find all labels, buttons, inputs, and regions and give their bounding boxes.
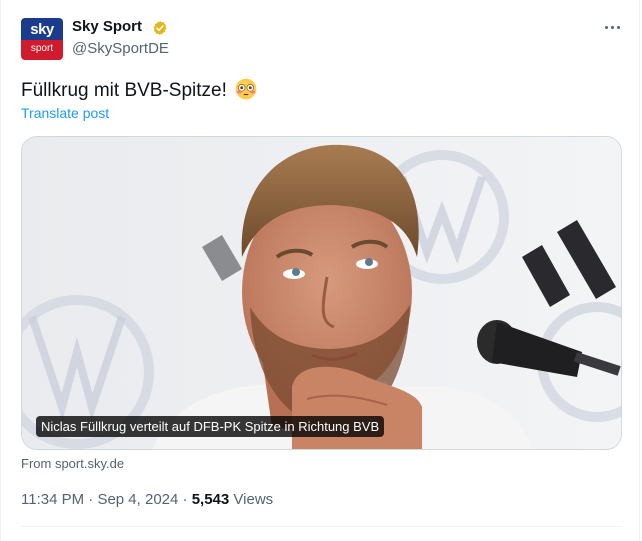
link-source[interactable]: From sport.sky.de [21,456,124,471]
more-options-button[interactable] [597,16,627,38]
author-name[interactable]: Sky Sport [72,18,142,35]
post-time[interactable]: 11:34 PM [21,491,84,508]
article-photo [22,137,621,449]
meta-separator: · [88,491,94,508]
post-meta: 11:34 PM · Sep 4, 2024 · 5,543 Views [21,491,273,508]
post-date[interactable]: Sep 4, 2024 [97,491,178,508]
link-card-media[interactable]: Niclas Füllkrug verteilt auf DFB-PK Spit… [21,136,622,450]
tweet-card: sky sport Sky Sport @SkySportDE Füllkrug… [0,0,640,541]
translate-post-link[interactable]: Translate post [21,105,109,121]
views-count: 5,543 [191,491,230,508]
post-text: Füllkrug mit BVB-Spitze! [21,78,257,102]
media-caption: Niclas Füllkrug verteilt auf DFB-PK Spit… [36,416,385,437]
verified-badge-icon [153,21,167,35]
post-text-content: Füllkrug mit BVB-Spitze! [21,80,227,101]
more-dot-icon [604,25,608,29]
divider [21,526,622,527]
author-handle[interactable]: @SkySportDE [72,40,169,57]
more-dot-icon [610,25,614,29]
meta-separator: · [182,491,188,508]
avatar-logo-bottom: sport [30,43,54,54]
avatar-logo-top: sky [30,21,54,38]
flushed-face-emoji-icon [235,78,257,100]
more-dot-icon [616,25,620,29]
views-label: Views [233,491,274,508]
avatar[interactable]: sky sport [21,18,63,60]
